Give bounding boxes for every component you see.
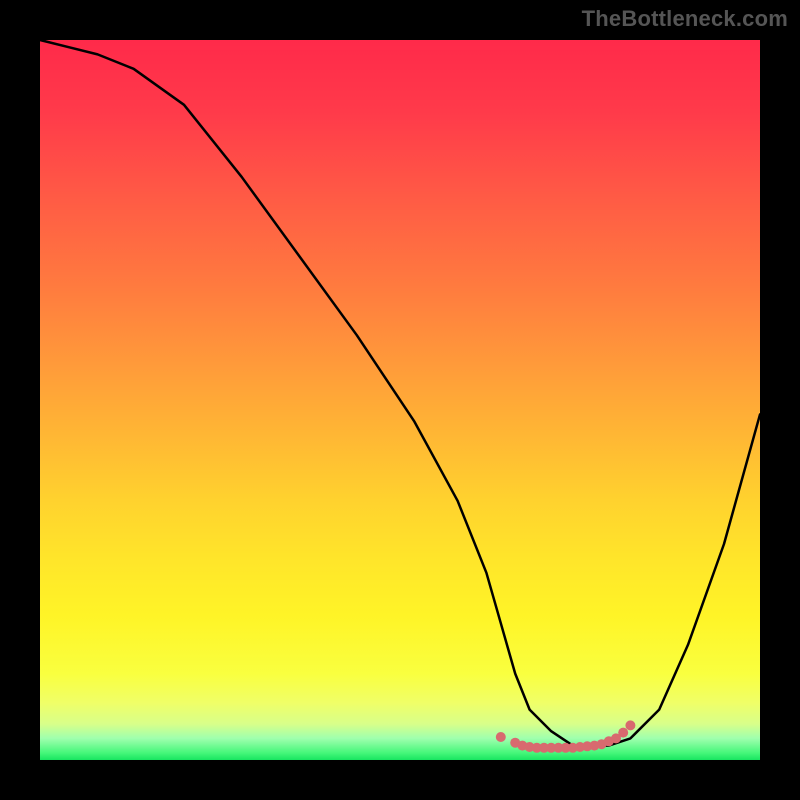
bottleneck-curve-path xyxy=(40,40,760,746)
plot-area xyxy=(40,40,760,760)
attribution-text: TheBottleneck.com xyxy=(582,6,788,32)
optimal-zone-dot xyxy=(618,728,628,738)
optimal-zone-dot xyxy=(625,720,635,730)
chart-svg xyxy=(40,40,760,760)
optimal-zone-dots xyxy=(496,720,636,752)
chart-frame: TheBottleneck.com xyxy=(0,0,800,800)
optimal-zone-dot xyxy=(496,732,506,742)
